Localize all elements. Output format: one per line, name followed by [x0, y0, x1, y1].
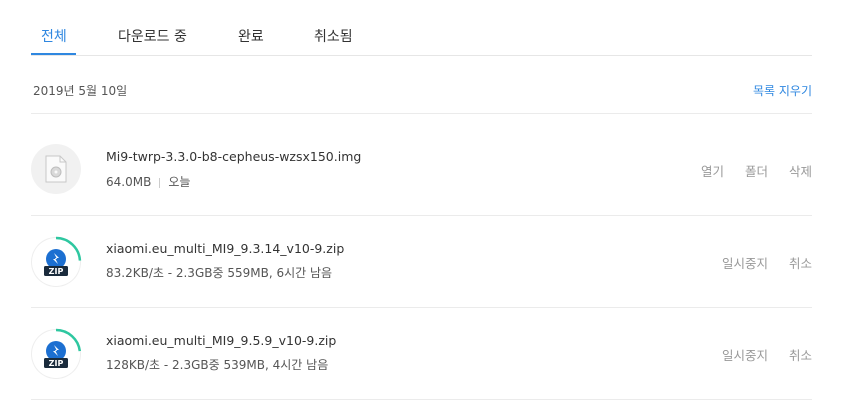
zip-file-icon: ZIP: [30, 236, 82, 288]
folder-button[interactable]: 폴더: [745, 164, 768, 179]
cancel-button[interactable]: 취소: [789, 256, 812, 271]
clear-list-link[interactable]: 목록 지우기: [753, 82, 812, 99]
delete-button[interactable]: 삭제: [789, 164, 812, 179]
progress-ring: [30, 236, 82, 288]
divider: [31, 113, 812, 114]
date-label: 2019년 5월 10일: [33, 84, 128, 98]
item-actions: 일시중지 취소: [705, 253, 812, 272]
file-size: 64.0MB: [106, 175, 152, 189]
file-name[interactable]: xiaomi.eu_multi_MI9_9.3.14_v10-9.zip: [106, 241, 344, 256]
meta-separator: [159, 177, 161, 188]
file-meta: 64.0MB 오늘: [106, 173, 190, 190]
pause-button[interactable]: 일시중지: [722, 256, 768, 271]
open-button[interactable]: 열기: [701, 164, 724, 179]
zip-file-icon: ZIP: [30, 328, 82, 380]
file-name[interactable]: xiaomi.eu_multi_MI9_9.5.9_v10-9.zip: [106, 333, 336, 348]
tab-cancelled[interactable]: 취소됨: [314, 26, 353, 46]
tab-bar: 전체 다운로드 중 완료 취소됨: [31, 0, 812, 56]
item-actions: 일시중지 취소: [705, 345, 812, 364]
divider: [31, 399, 812, 400]
file-date: 오늘: [168, 175, 191, 189]
download-status: 128KB/초 - 2.3GB중 539MB, 4시간 남음: [106, 358, 329, 372]
date-group-header: 2019년 5월 10일 목록 지우기: [33, 82, 812, 112]
download-item: ZIP xiaomi.eu_multi_MI9_9.3.14_v10-9.zip…: [30, 215, 812, 307]
tab-all[interactable]: 전체: [41, 26, 67, 46]
tab-completed[interactable]: 완료: [238, 26, 264, 46]
item-actions: 열기 폴더 삭제: [684, 161, 812, 180]
download-status: 83.2KB/초 - 2.3GB중 559MB, 6시간 남음: [106, 266, 333, 280]
pause-button[interactable]: 일시중지: [722, 348, 768, 363]
disk-image-file-icon: [31, 144, 81, 194]
cancel-button[interactable]: 취소: [789, 348, 812, 363]
download-item: Mi9-twrp-3.3.0-b8-cepheus-wzsx150.img 64…: [31, 122, 812, 214]
download-item: ZIP xiaomi.eu_multi_MI9_9.5.9_v10-9.zip …: [30, 307, 812, 399]
active-tab-indicator: [31, 53, 76, 55]
file-name[interactable]: Mi9-twrp-3.3.0-b8-cepheus-wzsx150.img: [106, 149, 361, 164]
tab-downloading[interactable]: 다운로드 중: [118, 26, 187, 46]
progress-ring: [30, 328, 82, 380]
